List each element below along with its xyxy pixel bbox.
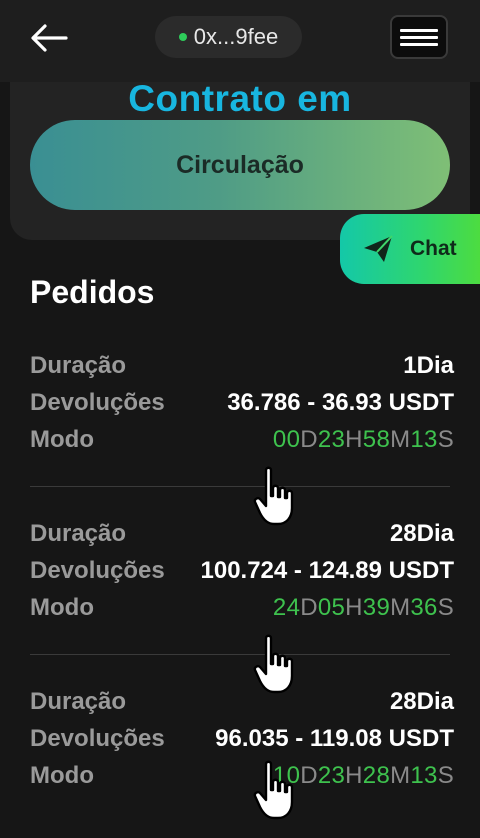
timer-s-value: 36: [410, 594, 438, 621]
hand-cursor-icon: [253, 466, 294, 526]
timer-s-value: 13: [410, 426, 438, 453]
timer-h-unit: H: [345, 594, 363, 621]
order-mode-row: Modo 24D05H39M36S: [30, 594, 454, 628]
timer-d-value: 00: [272, 426, 301, 453]
contract-status-label: Circulação: [176, 150, 304, 179]
arrow-left-icon: [31, 24, 68, 52]
order-card[interactable]: Duração 1Dia Devoluções 36.786 - 36.93 USDT…: [30, 352, 454, 502]
timer-h-unit: H: [345, 426, 363, 453]
order-returns-value: 36.786 - 36.93 USDT: [227, 389, 454, 416]
order-countdown-timer: 00D23H58M13S: [273, 426, 454, 454]
timer-s-unit: S: [437, 594, 454, 621]
timer-m-unit: M: [390, 762, 411, 789]
order-duration-label: Duração: [30, 688, 127, 715]
chat-button[interactable]: Chat: [340, 214, 480, 284]
order-duration-row: Duração 28Dia: [30, 520, 454, 554]
timer-h-unit: H: [345, 762, 363, 789]
hand-cursor-icon: [253, 634, 294, 694]
order-returns-value: 100.724 - 124.89 USDT: [200, 557, 455, 584]
timer-m-value: 28: [362, 762, 391, 789]
wallet-address-pill[interactable]: 0x...9fee: [155, 16, 302, 58]
menu-button[interactable]: [390, 15, 448, 59]
orders-title: Pedidos: [30, 274, 155, 310]
order-countdown-timer: 24D05H39M36S: [273, 594, 454, 622]
timer-d-unit: D: [300, 594, 318, 621]
order-duration-label: Duração: [30, 352, 127, 379]
order-returns-label: Devoluções: [30, 725, 165, 752]
order-returns-label: Devoluções: [30, 389, 165, 416]
order-returns-row: Devoluções 36.786 - 36.93 USDT: [30, 389, 454, 423]
contract-status-button[interactable]: Circulação: [30, 120, 450, 210]
order-mode-row: Modo 00D23H58M13S: [30, 426, 454, 460]
timer-s-unit: S: [437, 762, 454, 789]
order-returns-row: Devoluções 96.035 - 119.08 USDT: [30, 725, 454, 759]
order-mode-row: Modo 10D23H28M13S: [30, 762, 454, 796]
timer-m-unit: M: [390, 426, 411, 453]
chat-label: Chat: [410, 237, 457, 260]
order-mode-label: Modo: [30, 762, 94, 789]
order-duration-label: Duração: [30, 520, 127, 547]
wallet-address: 0x...9fee: [193, 24, 279, 49]
timer-m-value: 39: [362, 594, 391, 621]
hamburger-icon-line: [400, 28, 438, 32]
order-mode-label: Modo: [30, 594, 94, 621]
order-card[interactable]: Duração 28Dia Devoluções 96.035 - 119.08 US…: [30, 688, 454, 838]
order-duration-value: 28Dia: [389, 520, 454, 547]
timer-d-value: 24: [272, 594, 301, 621]
order-duration-value: 28Dia: [389, 688, 454, 715]
hamburger-icon-line: [400, 42, 438, 46]
order-divider: [30, 654, 450, 655]
order-returns-label: Devoluções: [30, 557, 165, 584]
order-mode-label: Modo: [30, 426, 94, 453]
timer-s-unit: S: [437, 426, 454, 453]
contract-title: Contrato em: [128, 78, 352, 119]
connection-status-dot: [178, 33, 187, 41]
hand-cursor-icon: [253, 760, 294, 820]
top-bar: 0x...9fee: [0, 0, 480, 82]
timer-h-value: 23: [317, 762, 346, 789]
order-returns-value: 96.035 - 119.08 USDT: [215, 725, 454, 752]
hamburger-icon-line: [400, 35, 438, 39]
timer-m-unit: M: [390, 594, 411, 621]
order-divider: [30, 486, 450, 487]
timer-h-value: 23: [317, 426, 346, 453]
back-button[interactable]: [28, 20, 70, 56]
timer-s-value: 13: [410, 762, 438, 789]
timer-d-unit: D: [300, 426, 318, 453]
order-duration-value: 1Dia: [403, 352, 454, 379]
order-card[interactable]: Duração 28Dia Devoluções 100.724 - 124.89 U…: [30, 520, 454, 670]
order-duration-row: Duração 28Dia: [30, 688, 454, 722]
order-duration-row: Duração 1Dia: [30, 352, 454, 386]
timer-h-value: 05: [317, 594, 346, 621]
timer-m-value: 58: [362, 426, 391, 453]
order-returns-row: Devoluções 100.724 - 124.89 USDT: [30, 557, 454, 591]
paper-plane-icon: [364, 235, 393, 262]
